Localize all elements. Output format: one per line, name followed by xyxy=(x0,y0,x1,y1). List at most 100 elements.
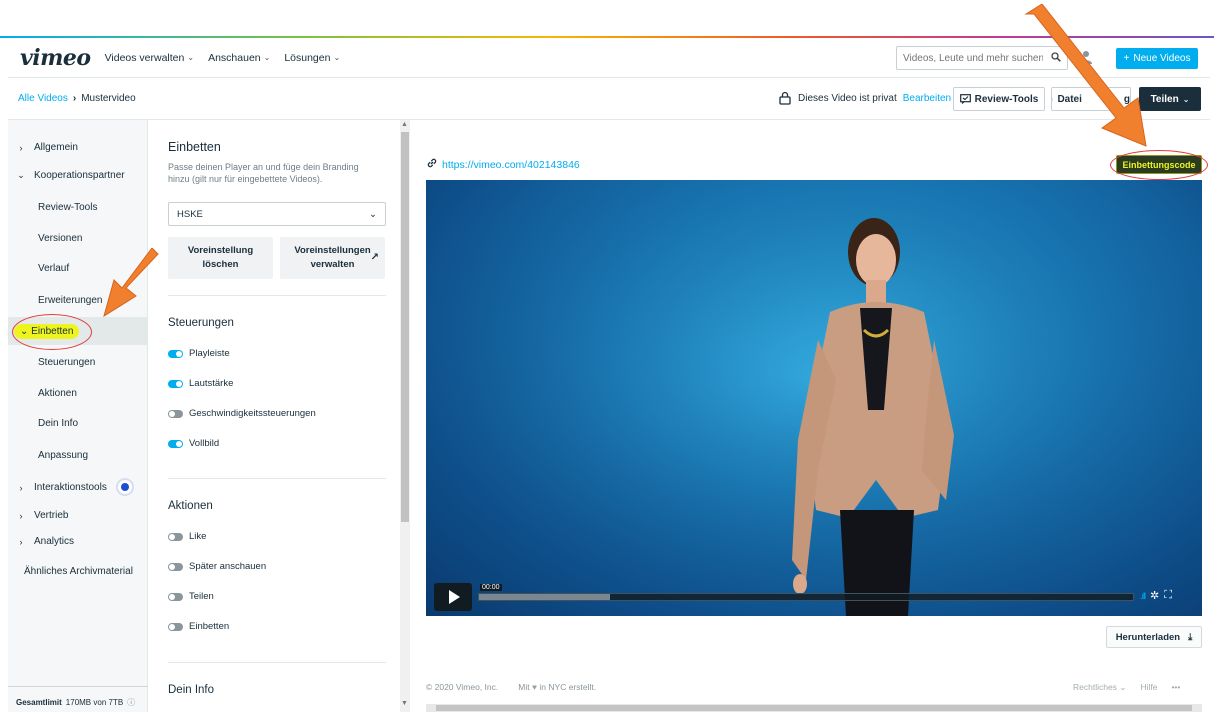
toggle-volume[interactable]: Lautstärke xyxy=(168,378,233,389)
progress-bar[interactable] xyxy=(478,593,1134,601)
breadcrumb-all-videos[interactable]: Alle Videos xyxy=(18,93,68,104)
delete-preset-label: Voreinstellung löschen xyxy=(188,244,253,272)
toggle-watch-later[interactable]: Später anschauen xyxy=(168,561,266,572)
presenter-figure xyxy=(426,180,1202,616)
main-nav: Videos verwalten ⌄ Anschauen ⌄ Lösungen ⌄ xyxy=(105,52,341,64)
notification-dot-icon xyxy=(116,478,134,496)
nav-manage-videos[interactable]: Videos verwalten ⌄ xyxy=(105,52,194,64)
download-label: Herunterladen xyxy=(1115,631,1181,643)
toggle-label: Geschwindigkeitssteuerungen xyxy=(189,408,316,419)
toggle-switch[interactable] xyxy=(168,409,183,418)
nav-manage-videos-label: Videos verwalten xyxy=(104,51,185,64)
sidebar-item-label: Interaktionstools xyxy=(34,482,107,493)
sidebar-item-analytics[interactable]: › Analytics xyxy=(8,536,148,547)
chevron-down-icon: ⌄ xyxy=(187,53,195,62)
sidebar-item-actions[interactable]: Aktionen xyxy=(8,388,148,399)
sidebar-item-review-tools[interactable]: Review-Tools xyxy=(8,202,148,213)
sidebar-item-distribution[interactable]: › Vertrieb xyxy=(8,510,148,521)
scroll-down-icon[interactable]: ▼ xyxy=(401,700,408,707)
toggle-like[interactable]: Like xyxy=(168,531,206,542)
annotation-arrow-embed-code xyxy=(1024,4,1147,147)
toggle-switch[interactable] xyxy=(168,562,183,571)
panel-description: Passe deinen Player an und füge dein Bra… xyxy=(168,162,359,184)
chevron-down-icon: ⌄ xyxy=(17,170,25,180)
player-controls: 00:00 .ıll ✲ ⛶ xyxy=(434,583,1198,611)
delete-preset-button[interactable]: Voreinstellung löschen xyxy=(168,237,273,279)
privacy-text: Dieses Video ist privat xyxy=(798,92,897,104)
toggle-switch[interactable] xyxy=(168,349,183,358)
horizontal-scrollbar-thumb[interactable] xyxy=(436,705,1192,711)
divider xyxy=(168,478,386,479)
video-player[interactable] xyxy=(426,180,1202,616)
video-url-link[interactable]: https://vimeo.com/402143846 xyxy=(442,159,580,171)
actions-section-title: Aktionen xyxy=(168,500,213,512)
sidebar-item-label: Verlauf xyxy=(38,263,70,274)
toggle-switch[interactable] xyxy=(168,532,183,541)
toggle-switch[interactable] xyxy=(168,622,183,631)
progress-buffered xyxy=(479,594,610,600)
sidebar-item-label: Versionen xyxy=(38,233,83,244)
sidebar-item-versions[interactable]: Versionen xyxy=(8,233,148,244)
sidebar-item-your-info[interactable]: Dein Info xyxy=(8,418,148,429)
sidebar-item-label: Analytics xyxy=(34,536,75,547)
breadcrumb-current: Mustervideo xyxy=(81,93,136,104)
toggle-play-bar[interactable]: Playleiste xyxy=(168,348,230,359)
share-label: Teilen xyxy=(1150,93,1179,105)
toggle-share[interactable]: Teilen xyxy=(168,591,214,602)
chevron-right-icon: › xyxy=(72,93,77,104)
gear-icon[interactable]: ✲ xyxy=(1150,589,1159,602)
toggle-label: Teilen xyxy=(189,591,214,602)
panel-scrollbar[interactable]: ▲ ▼ xyxy=(400,120,410,712)
review-icon xyxy=(959,94,971,104)
manage-presets-line1: Voreinstellungen xyxy=(294,245,371,256)
volume-icon[interactable]: .ıll xyxy=(1140,591,1146,601)
chevron-down-icon: ⌄ xyxy=(263,53,271,62)
storage-label: Gesamtlimit xyxy=(16,698,62,707)
download-button[interactable]: Herunterladen ⤓ xyxy=(1106,626,1202,648)
horizontal-scrollbar[interactable] xyxy=(426,704,1202,712)
nav-solutions[interactable]: Lösungen ⌄ xyxy=(284,52,340,64)
preset-select[interactable]: HSKE ⌄ xyxy=(168,202,386,226)
sidebar-item-label: Kooperationspartner xyxy=(34,170,125,181)
help-link[interactable]: Hilfe xyxy=(1140,682,1157,693)
copyright-text: © 2020 Vimeo, Inc. xyxy=(426,682,499,692)
preset-selected-value: HSKE xyxy=(177,208,203,220)
sidebar-item-general[interactable]: › Allgemein xyxy=(8,142,148,153)
scrollbar-thumb[interactable] xyxy=(401,132,409,522)
settings-sidebar: › Allgemein ⌄ Kooperationspartner Review-T… xyxy=(8,120,148,712)
manage-presets-label: Voreinstellungen verwalten xyxy=(294,244,370,272)
sidebar-item-stock-footage[interactable]: Ähnliches Archivmaterial xyxy=(8,566,148,577)
controls-section-title: Steuerungen xyxy=(168,317,234,329)
chevron-down-icon: ⌄ xyxy=(1119,682,1127,692)
more-icon[interactable]: ••• xyxy=(1171,682,1180,693)
toggle-switch[interactable] xyxy=(168,439,183,448)
vimeo-logo[interactable]: vimeo xyxy=(20,45,91,71)
sidebar-item-collaborators[interactable]: ⌄ Kooperationspartner xyxy=(8,170,148,181)
scroll-up-icon[interactable]: ▲ xyxy=(401,121,408,128)
fullscreen-icon[interactable]: ⛶ xyxy=(1164,589,1172,602)
legal-link[interactable]: Rechtliches ⌄ xyxy=(1073,682,1126,693)
sidebar-item-label: Aktionen xyxy=(38,388,77,399)
toggle-speed-controls[interactable]: Geschwindigkeitssteuerungen xyxy=(168,408,316,419)
play-icon[interactable] xyxy=(434,583,472,611)
sidebar-item-controls[interactable]: Steuerungen xyxy=(8,357,148,368)
info-icon[interactable]: ⓘ xyxy=(127,697,135,708)
made-suffix: in NYC erstellt. xyxy=(539,682,597,692)
toggle-label: Später anschauen xyxy=(189,561,267,572)
annotation-circle-embed-code xyxy=(1110,150,1208,180)
toggle-embed[interactable]: Einbetten xyxy=(168,621,229,632)
toggle-switch[interactable] xyxy=(168,592,183,601)
embed-settings-panel: Einbetten Passe deinen Player an und füg… xyxy=(148,120,398,712)
toggle-switch[interactable] xyxy=(168,379,183,388)
manage-presets-button[interactable]: Voreinstellungen verwalten ↗ xyxy=(280,237,385,279)
nav-watch[interactable]: Anschauen ⌄ xyxy=(208,52,270,64)
edit-privacy-link[interactable]: Bearbeiten xyxy=(903,93,951,104)
sidebar-item-customization[interactable]: Anpassung xyxy=(8,450,148,461)
manage-presets-line2: verwalten xyxy=(310,259,355,270)
player-icon-group: .ıll ✲ ⛶ xyxy=(1140,589,1172,602)
annotation-circle-embed xyxy=(12,314,92,350)
annotation-arrow-embed xyxy=(103,248,159,318)
chevron-right-icon: › xyxy=(19,482,23,493)
divider xyxy=(168,662,386,663)
toggle-fullscreen[interactable]: Vollbild xyxy=(168,438,219,449)
